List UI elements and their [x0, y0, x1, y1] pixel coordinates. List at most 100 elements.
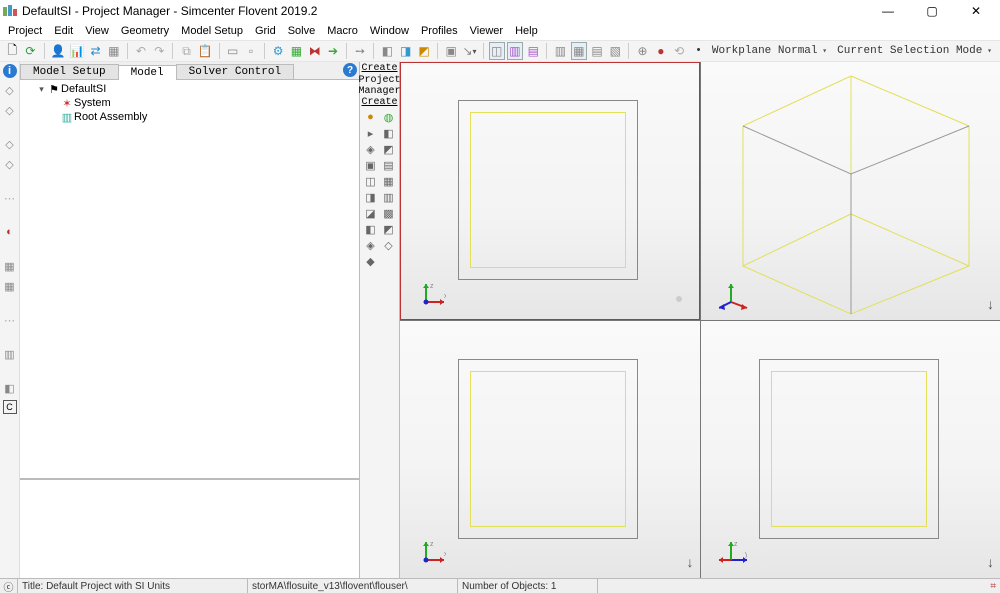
strip-icon-8[interactable]: ▦ — [2, 278, 18, 294]
status-icon[interactable]: ⓒ — [0, 579, 18, 593]
tb-copy-icon[interactable]: ⧉ — [178, 42, 194, 60]
tree-root[interactable]: ▾ ⚑ DefaultSI — [24, 82, 355, 96]
close-button[interactable]: ✕ — [954, 0, 998, 22]
tb-arrow-icon[interactable]: ➙ — [352, 42, 368, 60]
tb-lay2-icon[interactable]: ▤ — [589, 42, 605, 60]
tb-scale-dropdown[interactable]: ↘ — [461, 42, 477, 60]
message-panel[interactable] — [20, 478, 359, 578]
cg-16-icon[interactable]: ◇ — [381, 238, 397, 252]
minimize-button[interactable]: — — [866, 0, 910, 22]
menu-model-setup[interactable]: Model Setup — [175, 24, 249, 38]
tb-go-icon[interactable]: ➔ — [325, 42, 341, 60]
tb-new-icon[interactable]: 🗋 — [4, 42, 20, 60]
workplane-dropdown[interactable]: Workplane Normal — [708, 45, 831, 57]
strip-icon-6[interactable]: ◐ — [2, 224, 18, 240]
tb-shade2-icon[interactable]: ▥ — [507, 42, 523, 60]
viewport-bottom-left[interactable]: x z ↓ — [400, 321, 700, 579]
viewport-bottom-right[interactable]: y z ↓ — [701, 321, 1000, 579]
cg-shape-icon[interactable]: ◍ — [381, 110, 397, 124]
viewport-top-left[interactable]: x z — [400, 62, 700, 320]
tb-mesh-icon[interactable]: ▦ — [288, 42, 304, 60]
down-arrow-icon[interactable]: ↓ — [987, 554, 994, 570]
tb-shade1-icon[interactable]: ◫ — [489, 42, 505, 60]
maximize-button[interactable]: ▢ — [910, 0, 954, 22]
menu-grid[interactable]: Grid — [249, 24, 282, 38]
menu-viewer[interactable]: Viewer — [464, 24, 509, 38]
tab-model[interactable]: Model — [118, 65, 177, 80]
selection-mode-dropdown[interactable]: Current Selection Mode — [833, 45, 996, 57]
strip-icon-7[interactable]: ▦ — [2, 258, 18, 274]
cg-9-icon[interactable]: ◨ — [363, 190, 379, 204]
help-icon[interactable]: ? — [343, 63, 357, 77]
strip-icon-9[interactable]: ⋯ — [2, 312, 18, 328]
tb-user-icon[interactable]: 👤 — [49, 42, 66, 60]
menu-project[interactable]: Project — [2, 24, 48, 38]
strip-icon-4[interactable]: ◇ — [2, 156, 18, 172]
menu-geometry[interactable]: Geometry — [115, 24, 175, 38]
strip-icon-10[interactable]: ▥ — [2, 346, 18, 362]
cg-15-icon[interactable]: ◈ — [363, 238, 379, 252]
tb-cube2-icon[interactable]: ◨ — [398, 42, 414, 60]
create-header[interactable]: Create — [360, 62, 399, 75]
menu-view[interactable]: View — [79, 24, 115, 38]
cg-3-icon[interactable]: ◈ — [363, 142, 379, 156]
menu-edit[interactable]: Edit — [48, 24, 79, 38]
tree-root-assembly[interactable]: ▥ Root Assembly — [24, 110, 355, 124]
tb-refresh-icon[interactable]: ⟲ — [671, 42, 687, 60]
strip-icon-2[interactable]: ◇ — [2, 102, 18, 118]
tb-chart-icon[interactable]: 📊 — [68, 42, 85, 60]
model-tree[interactable]: ▾ ⚑ DefaultSI ✶ System ▥ Root Assembly — [20, 80, 359, 478]
strip-icon-3[interactable]: ◇ — [2, 136, 18, 152]
cg-7-icon[interactable]: ◫ — [363, 174, 379, 188]
tb-cube3-icon[interactable]: ◩ — [416, 42, 432, 60]
create-label-3[interactable]: Create — [361, 97, 397, 108]
down-arrow-icon[interactable]: ↓ — [687, 554, 694, 570]
tb-run-icon[interactable]: ⧓ — [307, 42, 323, 60]
tb-lay1-icon[interactable]: ▥ — [552, 42, 568, 60]
cg-sphere-icon[interactable]: ● — [363, 110, 379, 124]
tb-paste-icon[interactable]: 📋 — [197, 42, 214, 60]
collapse-icon[interactable]: ▾ — [36, 84, 47, 95]
tb-target-icon[interactable]: ⊕ — [634, 42, 650, 60]
menu-window[interactable]: Window — [364, 24, 415, 38]
tab-solver-control[interactable]: Solver Control — [176, 64, 294, 79]
tb-transfer-icon[interactable]: ⇄ — [87, 42, 103, 60]
menu-profiles[interactable]: Profiles — [415, 24, 464, 38]
cg-6-icon[interactable]: ▤ — [381, 158, 397, 172]
menu-help[interactable]: Help — [509, 24, 544, 38]
tb-box-icon[interactable]: ▭ — [225, 42, 241, 60]
cg-12-icon[interactable]: ▩ — [381, 206, 397, 220]
cg-17-icon[interactable]: ◆ — [363, 254, 379, 268]
viewport-top-right[interactable]: ↓ — [701, 62, 1000, 320]
tb-record-icon[interactable]: ● — [653, 42, 669, 60]
tb-wire-icon[interactable]: ▣ — [443, 42, 459, 60]
strip-icon-12[interactable]: C — [3, 400, 17, 414]
tb-grid-icon[interactable]: ▦ — [106, 42, 122, 60]
strip-icon-1[interactable]: ◇ — [2, 82, 18, 98]
tree-system[interactable]: ✶ System — [24, 96, 355, 110]
cg-14-icon[interactable]: ◩ — [381, 222, 397, 236]
strip-icon-11[interactable]: ◧ — [2, 380, 18, 396]
tab-model-setup[interactable]: Model Setup — [20, 64, 119, 79]
cg-1-icon[interactable]: ▸ — [363, 126, 379, 140]
tb-settings-icon[interactable]: ⚙ — [270, 42, 286, 60]
strip-icon-5[interactable]: ⋯ — [2, 190, 18, 206]
tb-redo-icon[interactable]: ↷ — [151, 42, 167, 60]
cg-11-icon[interactable]: ◪ — [363, 206, 379, 220]
cg-5-icon[interactable]: ▣ — [363, 158, 379, 172]
cg-2-icon[interactable]: ◧ — [381, 126, 397, 140]
strip-info-icon[interactable]: i — [3, 64, 17, 78]
cg-4-icon[interactable]: ◩ — [381, 142, 397, 156]
menu-solve[interactable]: Solve — [282, 24, 322, 38]
cg-10-icon[interactable]: ▥ — [381, 190, 397, 204]
tb-point-icon[interactable]: ▫ — [243, 42, 259, 60]
tb-shade3-icon[interactable]: ▤ — [525, 42, 541, 60]
tb-lay4-icon[interactable]: ▦ — [571, 42, 587, 60]
menu-macro[interactable]: Macro — [321, 24, 364, 38]
cg-8-icon[interactable]: ▦ — [381, 174, 397, 188]
tb-cube1-icon[interactable]: ◧ — [379, 42, 395, 60]
tb-lay3-icon[interactable]: ▧ — [607, 42, 623, 60]
cg-13-icon[interactable]: ◧ — [363, 222, 379, 236]
tb-undo-icon[interactable]: ↶ — [133, 42, 149, 60]
down-arrow-icon[interactable]: ↓ — [987, 296, 994, 312]
